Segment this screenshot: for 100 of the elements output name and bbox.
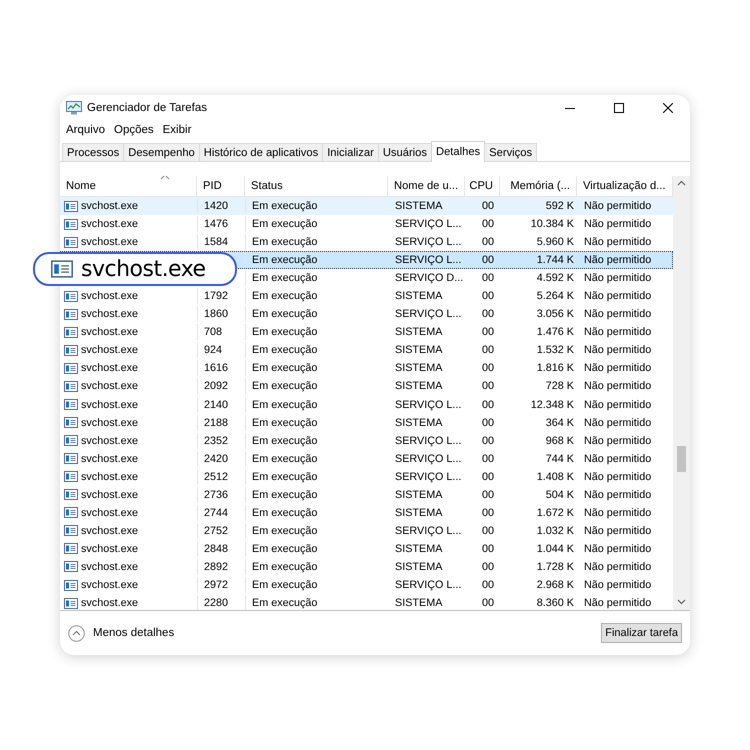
- table-cell: 00: [482, 579, 494, 591]
- table-cell: 2972: [204, 579, 228, 591]
- table-cell: 2512: [204, 470, 228, 483]
- table-cell: 00: [482, 398, 494, 411]
- table-cell: SISTEMA: [395, 542, 442, 555]
- table-cell: svchost.exe: [81, 452, 138, 465]
- table-cell: 00: [482, 218, 494, 230]
- column-header[interactable]: Virtualização d...: [583, 180, 666, 192]
- table-cell: 00: [482, 524, 494, 537]
- table-cell: Não permitido: [584, 452, 652, 465]
- table-cell: SISTEMA: [395, 344, 442, 356]
- table-row[interactable]: svchost.exe 2972 Em execução SERVIÇO L... 00 2.968 K Não permitido: [60, 576, 673, 594]
- tab[interactable]: Desempenho: [123, 143, 200, 161]
- table-cell: Em execução: [252, 290, 318, 302]
- tab[interactable]: Usuários: [378, 143, 432, 161]
- app-icon: [51, 260, 73, 278]
- table-cell: 5.960 K: [536, 236, 574, 248]
- table-row[interactable]: svchost.exe 2848 Em execução SISTEMA 00 1.044 K Não permitido: [60, 540, 673, 558]
- maximize-icon[interactable]: [614, 103, 624, 113]
- table-cell: SERVIÇO D...: [395, 272, 464, 284]
- tab[interactable]: Inicializar: [322, 143, 379, 161]
- table-row[interactable]: svchost.exe 1860 Em execução SERVIÇO L... 00 3.056 K Não permitido: [60, 305, 673, 324]
- column-header[interactable]: Status: [251, 180, 283, 192]
- table-row[interactable]: svchost.exe 1584 Em execução SERVIÇO L... 00 5.960 K Não permitido: [60, 233, 673, 252]
- scrollbar[interactable]: [673, 176, 690, 610]
- table-cell: 2352: [204, 434, 228, 447]
- table-row[interactable]: svchost.exe 2092 Em execução SISTEMA 00 728 K Não permitido: [60, 377, 673, 396]
- table-cell: 00: [482, 254, 494, 266]
- app-icon: [64, 435, 78, 446]
- app-icon: [64, 399, 78, 410]
- table-cell: 708: [204, 326, 222, 338]
- app-icon: [64, 525, 78, 536]
- table-cell: svchost.exe: [81, 308, 138, 320]
- less-details-toggle[interactable]: Menos detalhes: [68, 624, 174, 642]
- table-row[interactable]: svchost.exe 2280 Em execução SISTEMA 00 8.360 K Não permitido: [60, 594, 673, 610]
- table-row[interactable]: svchost.exe 2752 Em execução SERVIÇO L... 00 1.032 K Não permitido: [60, 522, 673, 540]
- table-row[interactable]: svchost.exe 924 Em execução SISTEMA 00 1.532 K Não permitido: [60, 341, 673, 360]
- table-row[interactable]: svchost.exe 2420 Em execução SERVIÇO L... 00 744 K Não permitido: [60, 450, 673, 468]
- table-cell: Em execução: [252, 308, 318, 320]
- app-icon: [64, 507, 78, 518]
- column-header[interactable]: Nome de u...: [394, 180, 458, 192]
- scroll-up-icon[interactable]: [677, 180, 686, 186]
- column-header[interactable]: Memória (...: [510, 180, 570, 192]
- table-cell: 00: [482, 506, 494, 519]
- table-cell: SERVIÇO L...: [395, 452, 462, 465]
- table-row[interactable]: svchost.exe 2140 Em execução SERVIÇO L... 00 12.348 K Não permitido: [60, 396, 673, 414]
- table-cell: 2140: [204, 398, 228, 411]
- table-row[interactable]: svchost.exe 1476 Em execução SERVIÇO L... 00 10.384 K Não permitido: [60, 215, 673, 234]
- table-cell: svchost.exe: [81, 524, 138, 537]
- table-cell: Não permitido: [584, 326, 652, 338]
- table-cell: svchost.exe: [81, 542, 138, 555]
- table-row[interactable]: svchost.exe 2512 Em execução SERVIÇO L... 00 1.408 K Não permitido: [60, 468, 673, 486]
- table-row[interactable]: svchost.exe 2744 Em execução SISTEMA 00 1.672 K Não permitido: [60, 504, 673, 522]
- column-header[interactable]: CPU: [469, 180, 493, 192]
- table-cell: Em execução: [252, 579, 318, 591]
- table-row[interactable]: svchost.exe 2892 Em execução SISTEMA 00 1.728 K Não permitido: [60, 558, 673, 576]
- tab[interactable]: Histórico de aplicativos: [198, 143, 324, 161]
- app-icon: [64, 344, 78, 356]
- tab[interactable]: Detalhes: [431, 141, 486, 162]
- table-cell: 1860: [204, 308, 228, 320]
- table-cell: Não permitido: [584, 344, 652, 356]
- table-row[interactable]: svchost.exe 2352 Em execução SERVIÇO L... 00 968 K Não permitido: [60, 432, 673, 450]
- table-cell: 1.532 K: [536, 344, 574, 356]
- table-cell: 1616: [204, 362, 228, 374]
- table-cell: 1.672 K: [536, 506, 574, 519]
- end-task-button[interactable]: Finalizar tarefa: [601, 623, 682, 643]
- table-row[interactable]: svchost.exe 1616 Em execução SISTEMA 00 1.816 K Não permitido: [60, 359, 673, 378]
- monitor-icon: [66, 101, 82, 115]
- table-cell: svchost.exe: [81, 470, 138, 483]
- scroll-thumb[interactable]: [677, 446, 686, 472]
- app-icon: [64, 471, 78, 482]
- menu-item[interactable]: Arquivo: [66, 124, 105, 136]
- menu-item[interactable]: Opções: [114, 124, 154, 136]
- tab[interactable]: Serviços: [484, 143, 538, 161]
- table-row[interactable]: svchost.exe 1792 Em execução SISTEMA 00 5.264 K Não permitido: [60, 287, 673, 306]
- table-row[interactable]: svchost.exe 2188 Em execução SISTEMA 00 364 K Não permitido: [60, 414, 673, 432]
- close-icon[interactable]: [663, 103, 673, 113]
- tab[interactable]: Processos: [62, 143, 124, 161]
- table-cell: 00: [482, 362, 494, 374]
- menu-item[interactable]: Exibir: [162, 124, 192, 136]
- table-cell: 2280: [204, 597, 228, 610]
- table-cell: svchost.exe: [81, 344, 138, 356]
- table-cell: 1.476 K: [536, 326, 574, 338]
- table-cell: Em execução: [252, 398, 318, 411]
- table-cell: 12.348 K: [530, 398, 574, 411]
- table-cell: Não permitido: [584, 200, 652, 212]
- table-cell: Não permitido: [584, 524, 652, 537]
- table-cell: 00: [482, 326, 494, 338]
- table-row[interactable]: svchost.exe 1420 Em execução SISTEMA 00 592 K Não permitido: [60, 197, 673, 216]
- table-cell: Em execução: [252, 470, 318, 483]
- table-cell: SISTEMA: [395, 200, 442, 212]
- table-row[interactable]: svchost.exe 708 Em execução SISTEMA 00 1.476 K Não permitido: [60, 323, 673, 342]
- scroll-down-icon[interactable]: [677, 599, 686, 605]
- table-cell: Em execução: [252, 200, 318, 212]
- app-icon: [64, 200, 78, 212]
- table-cell: 1.032 K: [536, 524, 574, 537]
- column-header[interactable]: Nome: [66, 180, 96, 192]
- column-header[interactable]: PID: [203, 180, 222, 192]
- table-row[interactable]: svchost.exe 2736 Em execução SISTEMA 00 504 K Não permitido: [60, 486, 673, 504]
- table-cell: 968 K: [546, 434, 574, 447]
